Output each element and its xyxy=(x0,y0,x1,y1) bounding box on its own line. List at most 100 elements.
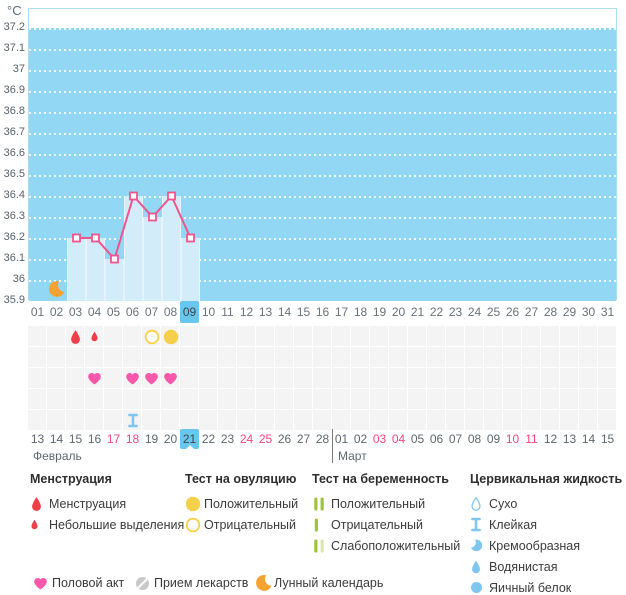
event-cell xyxy=(28,410,46,430)
bars-two-green-icon xyxy=(312,496,326,512)
calendar-date-Март-09[interactable]: 09 xyxy=(484,429,503,449)
cycle-day-26[interactable]: 26 xyxy=(503,301,522,323)
calendar-date-Март-12[interactable]: 12 xyxy=(541,429,560,449)
cycle-day-20[interactable]: 20 xyxy=(389,301,408,323)
legend-item-label: Клейкая xyxy=(489,517,537,532)
cycle-day-04[interactable]: 04 xyxy=(85,301,104,323)
calendar-date-Февраль-17[interactable]: 17 xyxy=(104,429,123,449)
calendar-date-Март-04[interactable]: 04 xyxy=(389,429,408,449)
event-cell xyxy=(294,410,312,430)
calendar-date-Февраль-18[interactable]: 18 xyxy=(123,429,142,449)
temperature-point-day-06[interactable] xyxy=(129,191,138,201)
cycle-day-09[interactable]: 09 xyxy=(180,301,199,323)
moon-orange-icon xyxy=(255,574,273,592)
month-label-february: Февраль xyxy=(33,449,82,463)
event-cell xyxy=(351,389,369,409)
temperature-point-day-03[interactable] xyxy=(72,233,81,243)
cycle-day-01[interactable]: 01 xyxy=(28,301,47,323)
cycle-day-13[interactable]: 13 xyxy=(256,301,275,323)
cycle-day-16[interactable]: 16 xyxy=(313,301,332,323)
calendar-date-Март-07[interactable]: 07 xyxy=(446,429,465,449)
event-cell xyxy=(446,326,464,346)
cycle-day-15[interactable]: 15 xyxy=(294,301,313,323)
calendar-date-Февраль-19[interactable]: 19 xyxy=(142,429,161,449)
cycle-day-24[interactable]: 24 xyxy=(465,301,484,323)
cycle-day-06[interactable]: 06 xyxy=(123,301,142,323)
temperature-polyline xyxy=(76,194,192,261)
y-axis-tick: 36.3 xyxy=(3,210,25,222)
cycle-day-03[interactable]: 03 xyxy=(66,301,85,323)
calendar-date-Февраль-26[interactable]: 26 xyxy=(275,429,294,449)
event-cell xyxy=(427,326,445,346)
event-cell xyxy=(503,410,521,430)
cycle-day-30[interactable]: 30 xyxy=(579,301,598,323)
calendar-date-Февраль-23[interactable]: 23 xyxy=(218,429,237,449)
event-cell xyxy=(47,347,65,367)
calendar-date-Март-03[interactable]: 03 xyxy=(370,429,389,449)
cycle-day-22[interactable]: 22 xyxy=(427,301,446,323)
cycle-day-07[interactable]: 07 xyxy=(142,301,161,323)
calendar-date-Февраль-20[interactable]: 20 xyxy=(161,429,180,449)
calendar-date-Февраль-16[interactable]: 16 xyxy=(85,429,104,449)
calendar-date-Февраль-22[interactable]: 22 xyxy=(199,429,218,449)
calendar-date-Март-05[interactable]: 05 xyxy=(408,429,427,449)
calendar-date-Март-11[interactable]: 11 xyxy=(522,429,541,449)
calendar-date-Март-10[interactable]: 10 xyxy=(503,429,522,449)
heart-pink-icon xyxy=(33,577,48,590)
y-axis-tick: 36.7 xyxy=(3,126,25,138)
event-cell xyxy=(104,410,122,430)
cycle-day-14[interactable]: 14 xyxy=(275,301,294,323)
cycle-day-11[interactable]: 11 xyxy=(218,301,237,323)
cycle-day-05[interactable]: 05 xyxy=(104,301,123,323)
temperature-unit-label: °C xyxy=(7,3,22,18)
event-cell xyxy=(199,410,217,430)
event-cell xyxy=(28,347,46,367)
event-cell xyxy=(408,347,426,367)
temperature-point-day-04[interactable] xyxy=(91,233,100,243)
event-cell xyxy=(47,368,65,388)
cycle-day-25[interactable]: 25 xyxy=(484,301,503,323)
cycle-day-18[interactable]: 18 xyxy=(351,301,370,323)
calendar-date-Февраль-24[interactable]: 24 xyxy=(237,429,256,449)
calendar-date-Февраль-21[interactable]: 21 xyxy=(180,429,199,449)
calendar-date-Февраль-28[interactable]: 28 xyxy=(313,429,332,449)
cycle-day-02[interactable]: 02 xyxy=(47,301,66,323)
circle-filled-yellow-icon xyxy=(185,496,201,512)
cycle-day-21[interactable]: 21 xyxy=(408,301,427,323)
cycle-day-28[interactable]: 28 xyxy=(541,301,560,323)
calendar-date-Март-15[interactable]: 15 xyxy=(598,429,617,449)
legend-icon-box xyxy=(470,560,489,574)
temperature-point-day-09[interactable] xyxy=(186,233,195,243)
cycle-day-27[interactable]: 27 xyxy=(522,301,541,323)
temperature-point-day-07[interactable] xyxy=(148,212,157,222)
cycle-day-23[interactable]: 23 xyxy=(446,301,465,323)
temperature-plot xyxy=(28,8,617,301)
calendar-date-Март-14[interactable]: 14 xyxy=(579,429,598,449)
cycle-day-12[interactable]: 12 xyxy=(237,301,256,323)
legend-group-title: Цервикальная жидкость xyxy=(470,472,623,486)
legend-item: Положительный xyxy=(185,493,298,514)
temperature-point-day-05[interactable] xyxy=(110,254,119,264)
cycle-day-08[interactable]: 08 xyxy=(161,301,180,323)
calendar-date-Февраль-25[interactable]: 25 xyxy=(256,429,275,449)
calendar-date-Февраль-27[interactable]: 27 xyxy=(294,429,313,449)
legend-item: Сухо xyxy=(470,493,622,514)
calendar-date-Март-06[interactable]: 06 xyxy=(427,429,446,449)
cycle-day-10[interactable]: 10 xyxy=(199,301,218,323)
temperature-point-day-08[interactable] xyxy=(167,191,176,201)
calendar-date-Февраль-14[interactable]: 14 xyxy=(47,429,66,449)
calendar-date-Март-08[interactable]: 08 xyxy=(465,429,484,449)
cycle-day-31[interactable]: 31 xyxy=(598,301,617,323)
event-cell xyxy=(28,389,46,409)
calendar-date-Март-13[interactable]: 13 xyxy=(560,429,579,449)
event-cell xyxy=(579,347,597,367)
calendar-date-Февраль-15[interactable]: 15 xyxy=(66,429,85,449)
calendar-date-Март-01[interactable]: 01 xyxy=(332,429,351,449)
event-cell xyxy=(408,389,426,409)
cycle-day-17[interactable]: 17 xyxy=(332,301,351,323)
cycle-day-29[interactable]: 29 xyxy=(560,301,579,323)
calendar-date-Февраль-13[interactable]: 13 xyxy=(28,429,47,449)
cycle-day-19[interactable]: 19 xyxy=(370,301,389,323)
calendar-date-Март-02[interactable]: 02 xyxy=(351,429,370,449)
event-cell xyxy=(351,368,369,388)
